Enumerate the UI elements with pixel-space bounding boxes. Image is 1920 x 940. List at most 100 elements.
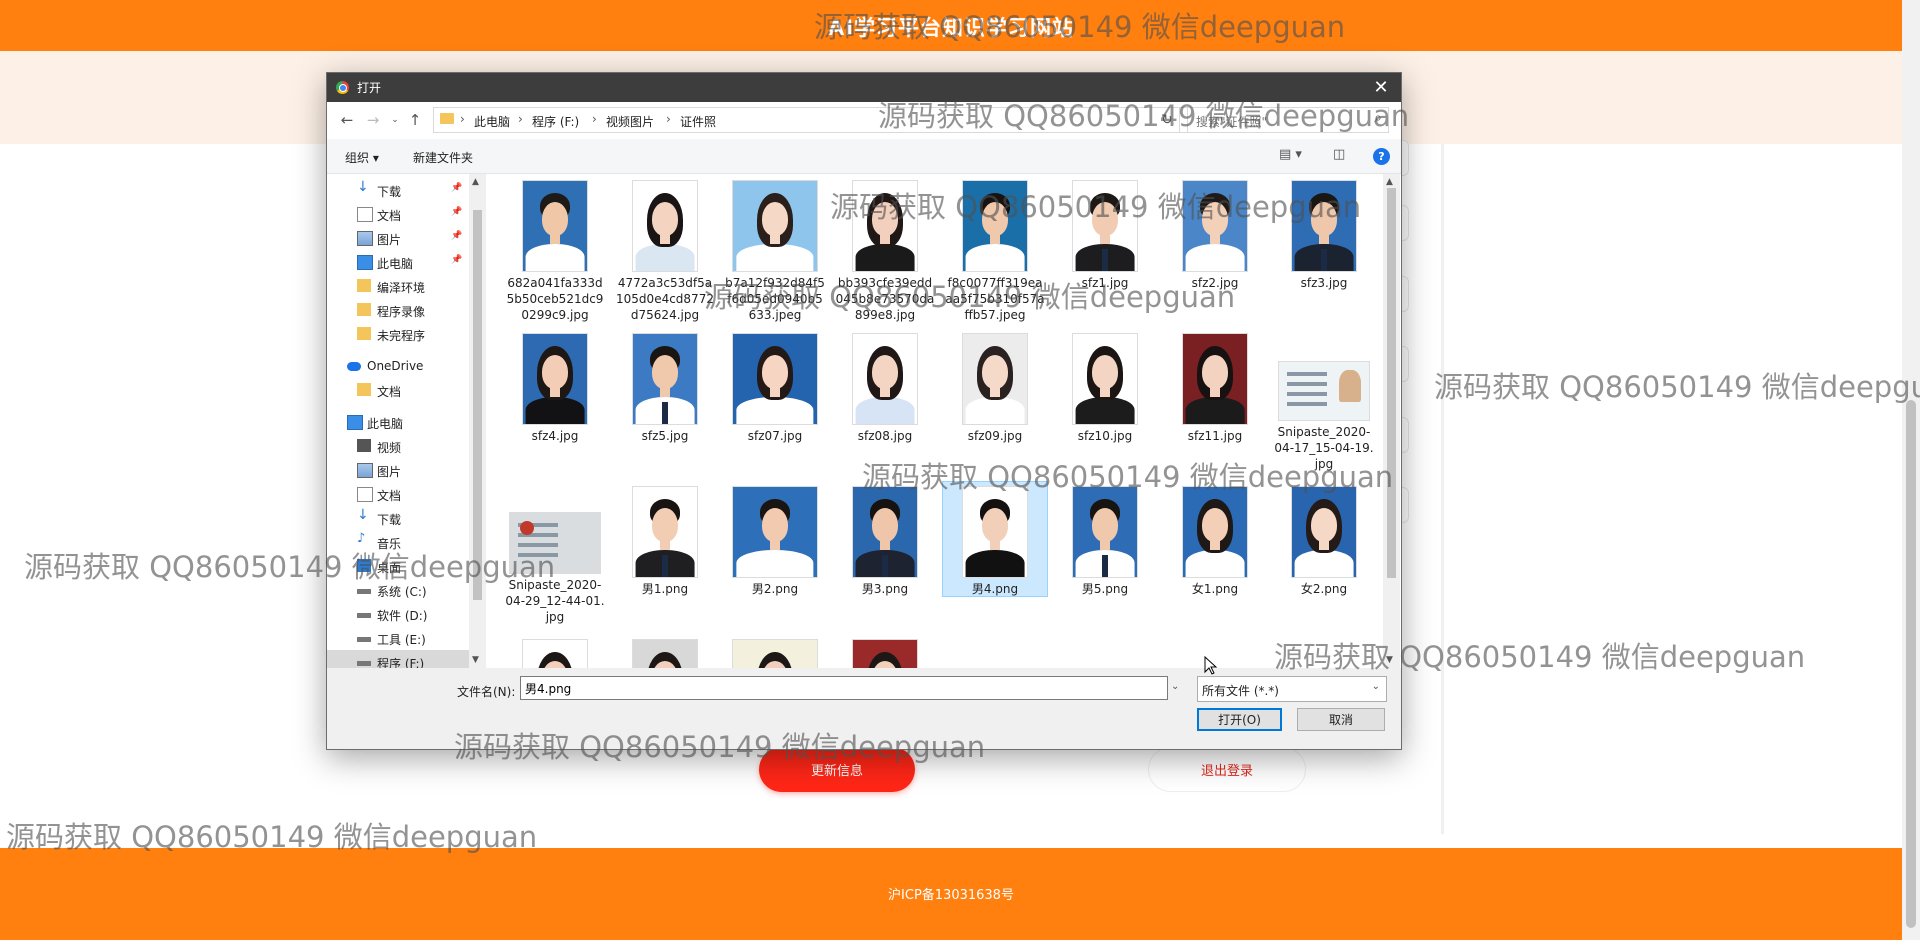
sidebar-item-label: 程序录像: [377, 305, 426, 319]
update-info-button[interactable]: 更新信息: [759, 747, 915, 792]
file-item[interactable]: [503, 635, 607, 668]
file-name: 4772a3c53df5a105d0e4cd8772d75624.jpg: [616, 276, 714, 322]
file-list-scroll-thumb[interactable]: [1387, 188, 1396, 578]
dialog-bottom-row: 文件名(N): ⌄ 所有文件 (*.*) ⌄ 打开(O) 取消: [327, 668, 1401, 749]
sidebar-item[interactable]: 未完程序: [327, 322, 469, 346]
open-button[interactable]: 打开(O): [1197, 708, 1282, 731]
drive-icon: [357, 613, 371, 618]
preview-pane-icon[interactable]: ◫: [1333, 147, 1345, 162]
sidebar-item[interactable]: 图片 📌: [327, 226, 469, 250]
logout-button[interactable]: 退出登录: [1148, 747, 1306, 792]
file-item[interactable]: sfz1.jpg: [1053, 176, 1157, 290]
new-folder-button[interactable]: 新建文件夹: [413, 149, 473, 166]
file-type-select[interactable]: 所有文件 (*.*) ⌄: [1197, 676, 1387, 702]
search-input[interactable]: 搜索"证件照" ⌕: [1187, 107, 1389, 133]
view-options-icon[interactable]: ▤ ▾: [1279, 147, 1302, 162]
scroll-down-icon[interactable]: ▼: [472, 655, 479, 665]
file-list-scrollbar[interactable]: ▲ ▼: [1383, 174, 1400, 668]
sidebar-item[interactable]: 视频: [327, 434, 469, 458]
page-scrollbar[interactable]: [1902, 0, 1920, 940]
organize-menu[interactable]: 组织 ▾: [345, 149, 379, 166]
file-item[interactable]: 男1.png: [613, 482, 717, 596]
site-title: AI学习平台知识学习网站: [827, 16, 1075, 40]
download-arrow-icon: ↓: [357, 179, 369, 195]
back-arrow-icon[interactable]: ←: [337, 110, 357, 130]
up-arrow-icon[interactable]: ↑: [405, 110, 425, 130]
dialog-titlebar[interactable]: 打开 ✕: [327, 73, 1401, 102]
close-icon[interactable]: ✕: [1361, 73, 1401, 102]
file-item[interactable]: sfz2.jpg: [1163, 176, 1267, 290]
sidebar-item-label: 此电脑: [377, 257, 414, 271]
photo-thumbnail: [732, 180, 818, 272]
breadcrumb-video-pictures[interactable]: 视频图片: [606, 113, 654, 130]
file-item[interactable]: sfz4.jpg: [503, 329, 607, 443]
recent-dropdown-icon[interactable]: ⌄: [385, 110, 405, 130]
photo-thumbnail: [1072, 180, 1138, 272]
search-icon: ⌕: [1374, 110, 1382, 126]
help-icon[interactable]: ?: [1373, 148, 1390, 165]
forward-arrow-icon[interactable]: →: [363, 110, 383, 130]
breadcrumb-drive-f[interactable]: 程序 (F:): [532, 113, 579, 130]
file-item[interactable]: Snipaste_2020-04-17_15-04-19.jpg: [1272, 329, 1376, 471]
sidebar-item[interactable]: 程序 (F:): [327, 650, 469, 668]
photo-thumbnail: [852, 639, 918, 668]
file-item[interactable]: b7a12f932d84f5f6d05ed0940b5633.jpeg: [723, 176, 827, 322]
sidebar-item[interactable]: ♪ 音乐: [327, 530, 469, 554]
file-name: sfz10.jpg: [1077, 429, 1133, 443]
breadcrumb-id-photos[interactable]: 证件照: [680, 113, 716, 130]
page-scroll-thumb[interactable]: [1906, 400, 1916, 928]
file-item[interactable]: sfz3.jpg: [1272, 176, 1376, 290]
refresh-icon[interactable]: ↻: [1155, 107, 1180, 133]
file-name: Snipaste_2020-04-17_15-04-19.jpg: [1274, 425, 1374, 471]
file-type-label: 所有文件 (*.*): [1202, 684, 1279, 698]
file-item[interactable]: 男3.png: [833, 482, 937, 596]
scroll-down-icon[interactable]: ▼: [1386, 655, 1393, 665]
file-item[interactable]: sfz07.jpg: [723, 329, 827, 443]
file-item[interactable]: [613, 635, 717, 668]
pin-icon: 📌: [451, 255, 463, 265]
address-bar[interactable]: › 此电脑 › 程序 (F:) › 视频图片 › 证件照: [433, 107, 1215, 133]
file-item[interactable]: Snipaste_2020-04-29_12-44-01.jpg: [503, 482, 607, 624]
sidebar-item[interactable]: 工具 (E:): [327, 626, 469, 650]
sidebar-item[interactable]: 程序录像: [327, 298, 469, 322]
scroll-up-icon[interactable]: ▲: [1386, 177, 1393, 187]
filename-input[interactable]: [520, 676, 1168, 700]
file-item[interactable]: 女1.png: [1163, 482, 1267, 596]
file-item[interactable]: sfz5.jpg: [613, 329, 717, 443]
file-item[interactable]: 4772a3c53df5a105d0e4cd8772d75624.jpg: [613, 176, 717, 322]
file-item[interactable]: sfz11.jpg: [1163, 329, 1267, 443]
file-item[interactable]: sfz08.jpg: [833, 329, 937, 443]
file-item[interactable]: [833, 635, 937, 668]
sidebar-item[interactable]: 软件 (D:): [327, 602, 469, 626]
navigation-pane-scroll-thumb[interactable]: [473, 210, 482, 600]
file-item[interactable]: 男2.png: [723, 482, 827, 596]
navigation-pane-scrollbar[interactable]: ▲ ▼: [469, 174, 486, 668]
sidebar-item[interactable]: ↓ 下载: [327, 506, 469, 530]
file-item[interactable]: 女2.png: [1272, 482, 1376, 596]
sidebar-item[interactable]: 编泽环境: [327, 274, 469, 298]
sidebar-item[interactable]: 图片: [327, 458, 469, 482]
sidebar-item[interactable]: 文档: [327, 378, 469, 402]
file-item[interactable]: sfz10.jpg: [1053, 329, 1157, 443]
sidebar-item[interactable]: 此电脑: [327, 410, 469, 434]
photo-thumbnail: [632, 639, 698, 668]
chevron-down-icon[interactable]: ⌄: [1171, 681, 1179, 692]
cancel-button[interactable]: 取消: [1297, 708, 1385, 731]
sidebar-item[interactable]: 此电脑 📌: [327, 250, 469, 274]
sidebar-item[interactable]: 桌面: [327, 554, 469, 578]
sidebar-item[interactable]: 文档 📌: [327, 202, 469, 226]
file-item[interactable]: [723, 635, 827, 668]
sidebar-item[interactable]: 文档: [327, 482, 469, 506]
sidebar-item[interactable]: OneDrive: [327, 354, 469, 378]
sidebar-item[interactable]: ↓ 下载 📌: [327, 178, 469, 202]
file-item[interactable]: 682a041fa333d5b50ceb521dc90299c9.jpg: [503, 176, 607, 322]
file-item[interactable]: sfz09.jpg: [943, 329, 1047, 443]
breadcrumb-this-pc[interactable]: 此电脑: [474, 113, 510, 130]
file-item[interactable]: f8c0077ff319eaaa5f75b310f57affb57.jpeg: [943, 176, 1047, 322]
file-item[interactable]: bb393cfe39edd045b8e73570da899e8.jpg: [833, 176, 937, 322]
scroll-up-icon[interactable]: ▲: [472, 177, 479, 187]
sidebar-item[interactable]: 系统 (C:): [327, 578, 469, 602]
file-item[interactable]: 男5.png: [1053, 482, 1157, 596]
file-name: f8c0077ff319eaaa5f75b310f57affb57.jpeg: [945, 276, 1045, 322]
file-item[interactable]: 男4.png: [942, 481, 1048, 597]
